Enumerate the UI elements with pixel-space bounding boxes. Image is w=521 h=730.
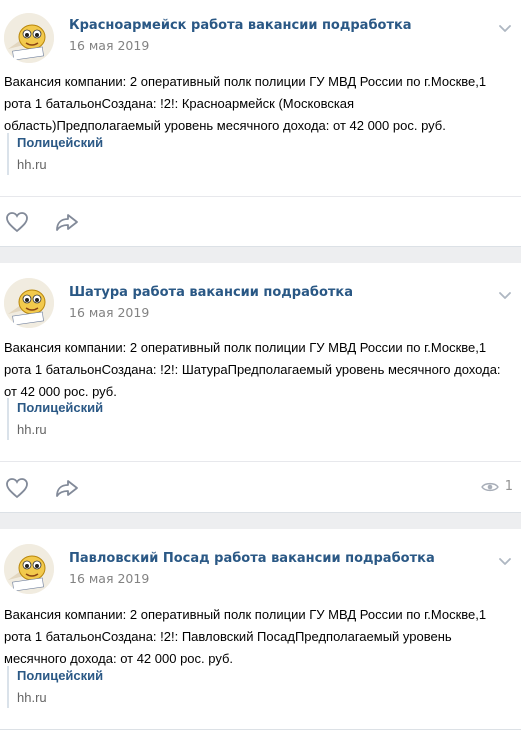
link-title[interactable]: Полицейский xyxy=(17,133,103,153)
post-actions: 1 xyxy=(0,473,521,503)
news-feed: Красноармейск работа вакансии подработка… xyxy=(0,0,521,730)
link-domain: hh.ru xyxy=(17,422,47,437)
link-domain: hh.ru xyxy=(17,690,47,705)
link-snippet[interactable]: Полицейский hh.ru xyxy=(7,398,103,440)
divider xyxy=(0,461,521,462)
post-actions xyxy=(0,207,521,237)
views-counter: 1 xyxy=(480,479,513,494)
chevron-down-icon[interactable] xyxy=(497,287,513,303)
link-snippet[interactable]: Полицейский hh.ru xyxy=(7,133,103,175)
heart-icon[interactable] xyxy=(5,211,29,233)
link-title[interactable]: Полицейский xyxy=(17,666,103,686)
heart-icon[interactable] xyxy=(5,477,29,499)
post: Шатура работа вакансии подработка 16 мая… xyxy=(0,263,521,513)
post-date[interactable]: 16 мая 2019 xyxy=(69,38,149,53)
avatar-image xyxy=(4,13,54,63)
link-title[interactable]: Полицейский xyxy=(17,398,103,418)
avatar-image xyxy=(4,278,54,328)
eye-icon xyxy=(480,482,499,491)
avatar[interactable] xyxy=(4,278,54,328)
share-arrow-icon[interactable] xyxy=(54,477,80,499)
post-date[interactable]: 16 мая 2019 xyxy=(69,305,149,320)
post-text: Вакансия компании: 2 оперативный полк по… xyxy=(4,607,487,666)
link-domain: hh.ru xyxy=(17,157,47,172)
post-text: Вакансия компании: 2 оперативный полк по… xyxy=(4,340,501,399)
link-snippet[interactable]: Полицейский hh.ru xyxy=(7,666,103,708)
post-author[interactable]: Шатура работа вакансии подработка xyxy=(69,285,353,300)
avatar-image xyxy=(4,544,54,594)
avatar[interactable] xyxy=(4,13,54,63)
post-author[interactable]: Павловский Посад работа вакансии подрабо… xyxy=(69,551,435,566)
post: Красноармейск работа вакансии подработка… xyxy=(0,0,521,247)
chevron-down-icon[interactable] xyxy=(497,553,513,569)
post: Павловский Посад работа вакансии подрабо… xyxy=(0,529,521,730)
avatar[interactable] xyxy=(4,544,54,594)
divider xyxy=(0,196,521,197)
views-count: 1 xyxy=(504,479,513,494)
post-date[interactable]: 16 мая 2019 xyxy=(69,571,149,586)
post-text: Вакансия компании: 2 оперативный полк по… xyxy=(4,74,487,133)
post-author[interactable]: Красноармейск работа вакансии подработка xyxy=(69,18,412,33)
share-arrow-icon[interactable] xyxy=(54,211,80,233)
chevron-down-icon[interactable] xyxy=(497,20,513,36)
